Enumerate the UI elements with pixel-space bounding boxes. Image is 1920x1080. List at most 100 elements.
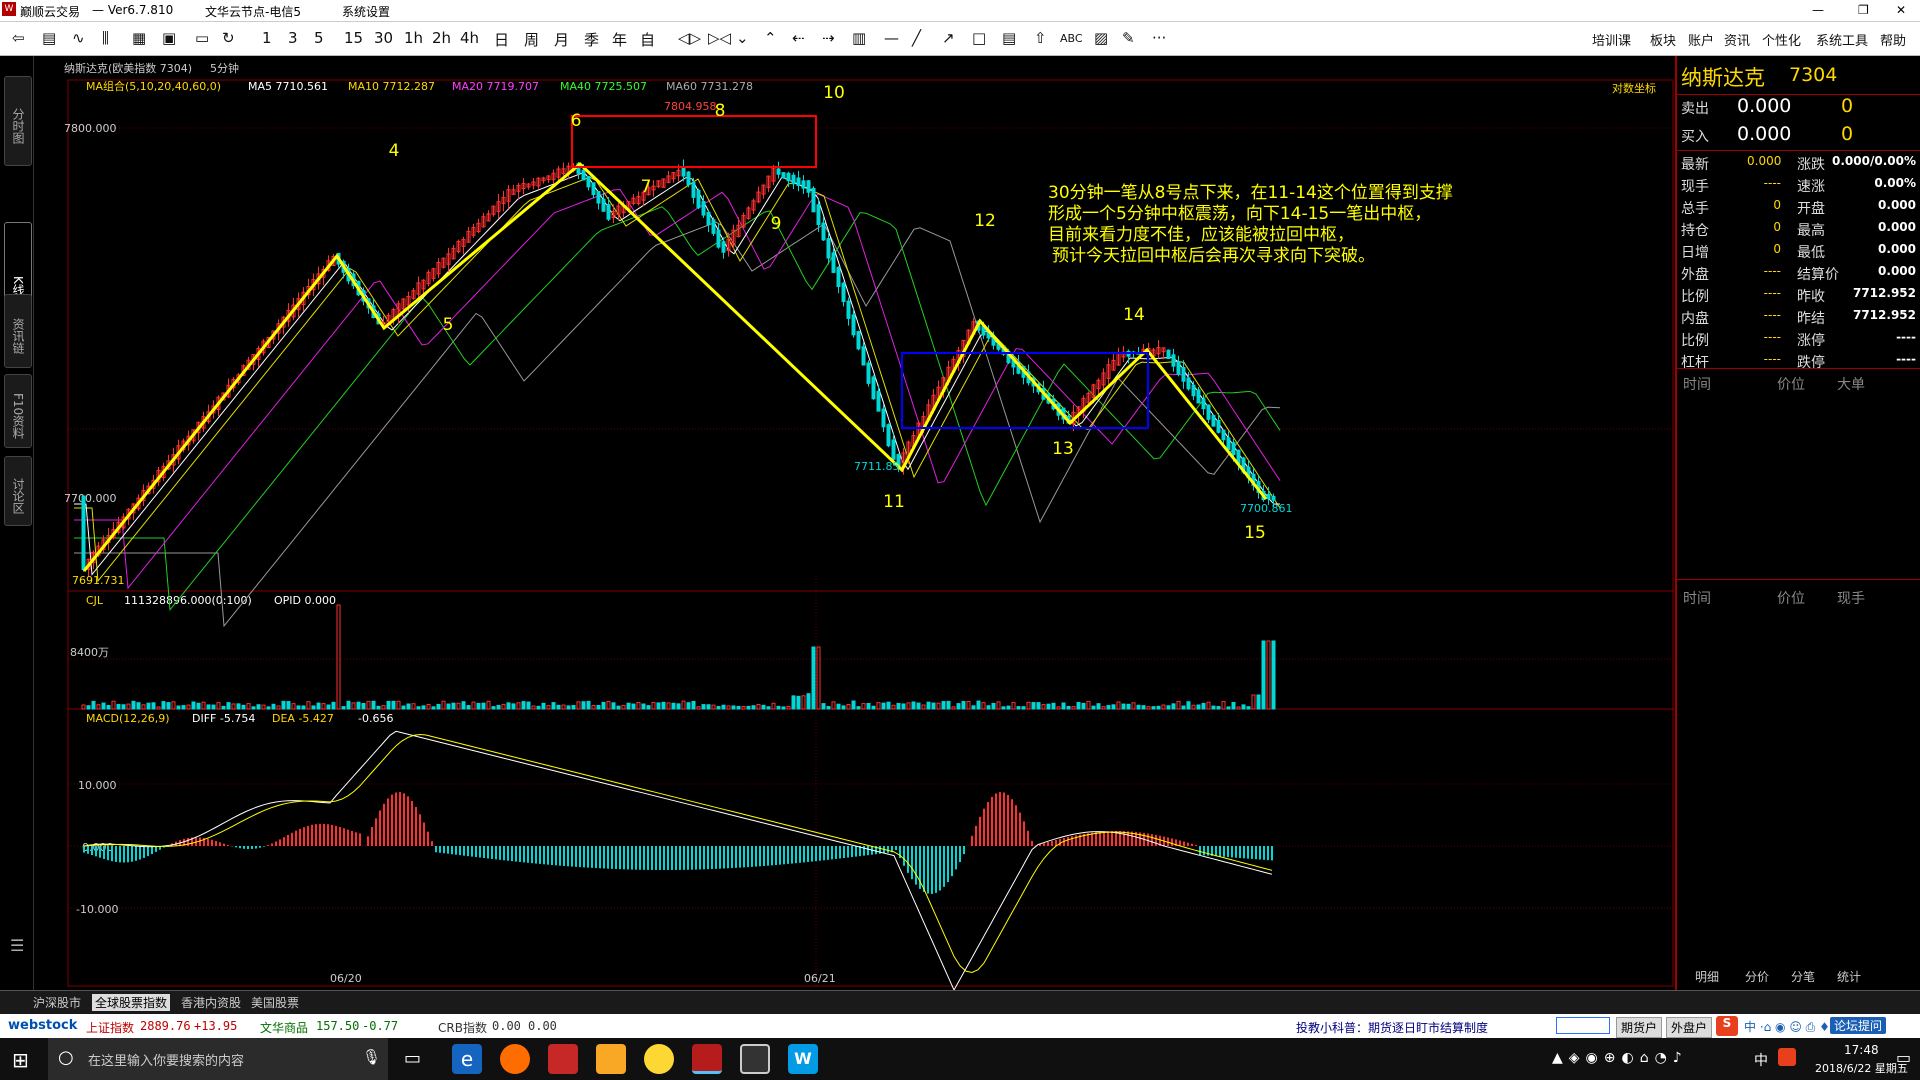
market-tab-0[interactable]: 沪深股市 [30,994,85,1011]
panel-tab-1[interactable]: 分价 [1745,968,1769,985]
period-button-6[interactable]: 2h [432,29,451,47]
foreign-account-button[interactable]: 外盘户 [1666,1017,1713,1038]
back-icon[interactable]: ⇦ [12,29,25,47]
save-icon[interactable]: ▭ [195,29,209,47]
windows-start-icon[interactable]: ⊞ [12,1048,29,1072]
file-explorer-icon[interactable] [596,1044,626,1074]
chevron-down-icon[interactable]: ⌄ [736,29,749,47]
notice-ticker[interactable]: 投教小科普：期货逐日盯市结算制度 [1296,1019,1488,1036]
ime-indicator[interactable]: 中 [1754,1050,1768,1070]
grid-icon[interactable]: ▦ [132,29,146,47]
market-tab-3[interactable]: 美国股票 [248,994,303,1011]
zoom-in-icon[interactable]: ◁▷ [678,29,701,47]
index3-name[interactable]: CRB指数 [438,1019,487,1036]
side-tab-2[interactable]: 资讯链 [4,294,32,368]
menu-item-2[interactable]: 账户 [1688,30,1714,49]
period-button-8[interactable]: 日 [494,29,509,50]
trendline-icon[interactable]: ╱ [912,29,921,47]
wps-icon[interactable]: W [788,1044,818,1074]
system-tray-icons[interactable]: ▲◈◉⊕◐⌂◔♪ [1552,1050,1688,1066]
screenshot-icon[interactable]: ▣ [162,29,176,47]
sogou-ime-icon[interactable]: S [1716,1016,1738,1036]
menu-item-1[interactable]: 板块 [1650,30,1676,49]
period-button-2[interactable]: 5 [314,29,324,47]
candle-body [1266,493,1271,500]
eraser-icon[interactable]: ▨ [1094,29,1108,47]
volume-bar [481,702,486,710]
period-button-9[interactable]: 周 [524,29,539,50]
restore-button[interactable]: ❐ [1858,3,1869,17]
period-button-12[interactable]: 年 [612,29,627,50]
market-tab-1[interactable]: 全球股票指数 [92,994,171,1011]
period-button-4[interactable]: 30 [374,29,393,47]
app-icon-yellow[interactable] [644,1044,674,1074]
close-button[interactable]: ✕ [1896,3,1906,17]
channel-icon[interactable]: ▤ [1002,29,1016,47]
period-button-5[interactable]: 1h [404,29,423,47]
chevron-up-icon[interactable]: ⌃ [764,29,777,47]
clock-time[interactable]: 17:48 [1844,1043,1879,1057]
panel-tab-0[interactable]: 明细 [1695,968,1719,985]
pen-icon[interactable]: ✎ [1122,29,1135,47]
hline-icon[interactable]: — [884,29,899,47]
server-node[interactable]: 文华云节点-电信5 [205,3,301,20]
volume-bar [576,701,581,710]
period-button-0[interactable]: 1 [262,29,272,47]
system-settings-menu[interactable]: 系统设置 [342,3,390,20]
chart-area[interactable]: 纳斯达克(欧美指数 7304) 5分钟 MA组合(5,10,20,40,60,0) M… [34,56,1674,992]
index1-name[interactable]: 上证指数 [86,1019,134,1036]
volume-bar [811,646,816,710]
arrow-right-icon[interactable]: ⇢ [822,29,835,47]
menu-item-0[interactable]: 培训课 [1592,30,1631,49]
text-tool[interactable]: ABC [1060,32,1083,45]
zoom-out-icon[interactable]: ▷◁ [708,29,731,47]
market-tab-2[interactable]: 香港内资股 [178,994,245,1011]
task-view-icon[interactable]: ▭ [404,1048,421,1069]
candle-icon[interactable]: ⫼ [102,29,109,47]
mic-icon[interactable]: 🎙 [362,1048,381,1066]
line-chart-icon[interactable]: ∿ [72,29,85,47]
sogou-tray-icon[interactable] [1778,1048,1796,1066]
forum-button[interactable]: 论坛提问 [1830,1017,1887,1034]
ray-icon[interactable]: ↗ [942,29,955,47]
high-price-label: 7804.958 [664,100,717,113]
futures-account-button[interactable]: 期货户 [1616,1017,1663,1038]
app-icon-red[interactable] [548,1044,578,1074]
list-menu-icon[interactable]: ☰ [10,936,24,955]
calculator-icon[interactable] [740,1044,770,1074]
volume-bar [601,701,606,710]
period-button-11[interactable]: 季 [584,29,599,50]
rect-icon[interactable]: □ [972,29,986,47]
arrow-up-icon[interactable]: ⇧ [1034,29,1047,47]
wenhua-taskbar-icon[interactable] [692,1044,722,1074]
arrow-left-icon[interactable]: ⇠ [792,29,805,47]
side-tab-4[interactable]: 讨论区 [4,456,32,526]
minimize-button[interactable]: — [1812,3,1824,17]
period-button-3[interactable]: 15 [344,29,363,47]
search-box[interactable]: ○ 在这里输入你要搜索的内容 🎙 [48,1038,388,1080]
browser-icon[interactable] [500,1044,530,1074]
kline-chart[interactable]: 纳斯达克(欧美指数 7304) 5分钟 MA组合(5,10,20,40,60,0) M… [34,56,1674,992]
menu-item-3[interactable]: 资讯 [1724,30,1750,49]
edge-icon[interactable]: e [452,1044,482,1074]
code-input[interactable] [1556,1017,1610,1034]
list-icon[interactable]: ▤ [42,29,56,47]
panel-tab-3[interactable]: 统计 [1837,968,1861,985]
period-button-7[interactable]: 4h [460,29,479,47]
clock-date[interactable]: 2018/6/22 星期五 [1815,1060,1908,1076]
panel-tab-2[interactable]: 分笔 [1791,968,1815,985]
period-button-1[interactable]: 3 [288,29,298,47]
index2-name[interactable]: 文华商品 [260,1019,308,1036]
more-tools[interactable]: ··· [1152,29,1166,47]
notification-icon[interactable]: ▭ [1896,1048,1911,1067]
refresh-icon[interactable]: ↻ [222,29,235,47]
period-button-10[interactable]: 月 [554,29,569,50]
menu-item-6[interactable]: 帮助 [1880,30,1906,49]
side-tab-3[interactable]: F10资料 [4,374,32,448]
menu-item-5[interactable]: 系统工具 [1816,30,1868,49]
side-tab-0[interactable]: 分时图 [4,76,32,166]
layout-icon[interactable]: ▥ [852,29,866,47]
candle-body [791,174,796,185]
menu-item-4[interactable]: 个性化 [1762,30,1801,49]
period-button-13[interactable]: 自 [640,29,655,50]
